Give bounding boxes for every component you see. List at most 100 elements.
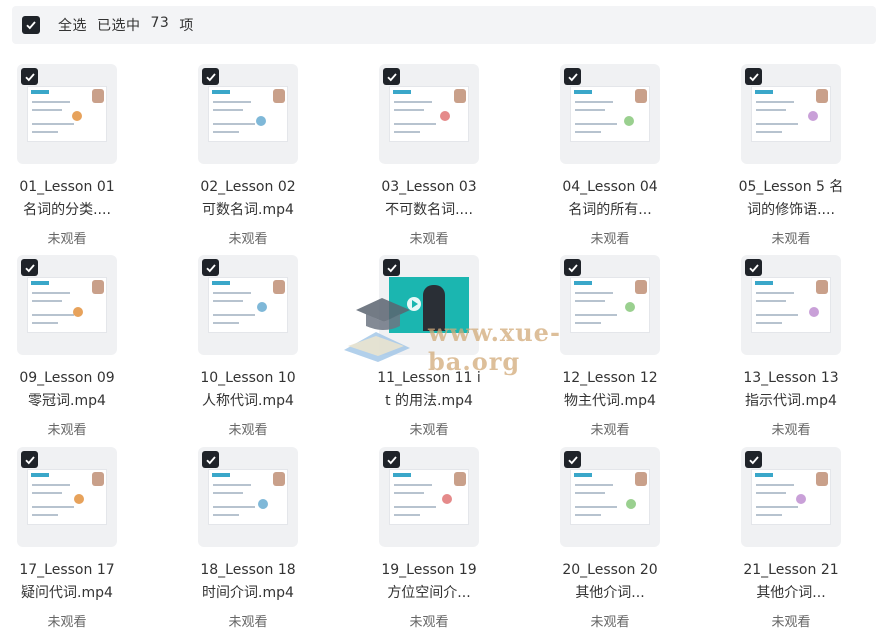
check-icon bbox=[205, 455, 216, 464]
video-thumbnail[interactable] bbox=[198, 447, 298, 547]
check-icon bbox=[567, 72, 578, 81]
video-title-line2: 人称代词.mp4 bbox=[202, 393, 294, 409]
video-thumbnail-image bbox=[389, 277, 469, 333]
video-thumbnail[interactable] bbox=[379, 255, 479, 355]
video-title-line1: 02_Lesson 02 bbox=[200, 179, 296, 195]
item-checkbox[interactable] bbox=[383, 259, 400, 276]
video-thumbnail[interactable] bbox=[560, 447, 660, 547]
item-checkbox[interactable] bbox=[564, 68, 581, 85]
check-icon bbox=[567, 455, 578, 464]
video-title-line1: 21_Lesson 21 bbox=[743, 562, 839, 578]
video-thumbnail-image bbox=[208, 86, 288, 142]
item-checkbox[interactable] bbox=[564, 451, 581, 468]
video-thumbnail[interactable] bbox=[379, 64, 479, 164]
video-thumbnail-image bbox=[27, 277, 107, 333]
selected-count: 73 bbox=[150, 15, 170, 31]
item-checkbox[interactable] bbox=[202, 68, 219, 85]
video-thumbnail[interactable] bbox=[560, 255, 660, 355]
watch-status: 未观看 bbox=[771, 423, 811, 438]
item-checkbox[interactable] bbox=[21, 259, 38, 276]
video-title-line1: 03_Lesson 03 bbox=[381, 179, 477, 195]
video-thumbnail-image bbox=[27, 469, 107, 525]
check-icon bbox=[386, 72, 397, 81]
item-checkbox[interactable] bbox=[202, 451, 219, 468]
item-checkbox[interactable] bbox=[745, 259, 762, 276]
video-thumbnail-image bbox=[751, 86, 831, 142]
video-title-line2: 指示代词.mp4 bbox=[745, 393, 837, 409]
video-title-line1: 04_Lesson 04 bbox=[562, 179, 658, 195]
video-thumbnail[interactable] bbox=[379, 447, 479, 547]
video-title[interactable]: 01_Lesson 01 名词的分类.... bbox=[0, 176, 134, 222]
video-title[interactable]: 11_Lesson 11 i t 的用法.mp4 bbox=[362, 367, 496, 413]
video-thumbnail-image bbox=[570, 86, 650, 142]
check-icon bbox=[205, 263, 216, 272]
item-checkbox[interactable] bbox=[745, 68, 762, 85]
watch-status: 未观看 bbox=[228, 615, 268, 630]
select-all-checkbox[interactable] bbox=[22, 16, 40, 34]
video-title-line1: 11_Lesson 11 i bbox=[377, 370, 481, 386]
video-title-line1: 01_Lesson 01 bbox=[19, 179, 115, 195]
watch-status: 未观看 bbox=[228, 232, 268, 247]
video-thumbnail[interactable] bbox=[741, 64, 841, 164]
item-checkbox[interactable] bbox=[383, 68, 400, 85]
video-title-line2: 方位空间介... bbox=[387, 585, 471, 601]
video-thumbnail[interactable] bbox=[198, 255, 298, 355]
item-checkbox[interactable] bbox=[21, 451, 38, 468]
video-thumbnail[interactable] bbox=[17, 255, 117, 355]
video-title[interactable]: 19_Lesson 19 方位空间介... bbox=[362, 559, 496, 605]
video-title[interactable]: 03_Lesson 03 不可数名词.... bbox=[362, 176, 496, 222]
watch-status: 未观看 bbox=[409, 615, 449, 630]
video-thumbnail-image bbox=[570, 277, 650, 333]
video-title[interactable]: 05_Lesson 5 名词的修饰语.... bbox=[724, 176, 858, 222]
video-thumbnail[interactable] bbox=[17, 64, 117, 164]
video-thumbnail[interactable] bbox=[741, 447, 841, 547]
video-thumbnail[interactable] bbox=[198, 64, 298, 164]
video-title[interactable]: 04_Lesson 04 名词的所有... bbox=[543, 176, 677, 222]
video-title-line2: 其他介词... bbox=[756, 585, 826, 601]
video-thumbnail-image bbox=[208, 469, 288, 525]
video-thumbnail[interactable] bbox=[560, 64, 660, 164]
video-thumbnail-image bbox=[389, 86, 469, 142]
item-checkbox[interactable] bbox=[21, 68, 38, 85]
video-title-line2: 不可数名词.... bbox=[385, 202, 473, 218]
video-title[interactable]: 13_Lesson 13 指示代词.mp4 bbox=[724, 367, 858, 413]
video-thumbnail[interactable] bbox=[741, 255, 841, 355]
video-title-line1: 19_Lesson 19 bbox=[381, 562, 477, 578]
video-title[interactable]: 10_Lesson 10 人称代词.mp4 bbox=[181, 367, 315, 413]
video-title[interactable]: 17_Lesson 17 疑问代词.mp4 bbox=[0, 559, 134, 605]
video-title-line2: 零冠词.mp4 bbox=[28, 393, 106, 409]
watch-status: 未观看 bbox=[47, 423, 87, 438]
selected-prefix: 已选中 bbox=[97, 18, 141, 34]
video-title[interactable]: 20_Lesson 20 其他介词... bbox=[543, 559, 677, 605]
item-checkbox[interactable] bbox=[202, 259, 219, 276]
select-all-bar: 全选 已选中 73 项 bbox=[12, 6, 876, 44]
play-icon bbox=[407, 297, 421, 311]
watch-status: 未观看 bbox=[409, 423, 449, 438]
item-checkbox[interactable] bbox=[564, 259, 581, 276]
watch-status: 未观看 bbox=[590, 232, 630, 247]
check-icon bbox=[748, 263, 759, 272]
video-title-line2: 时间介词.mp4 bbox=[202, 585, 294, 601]
selected-suffix: 项 bbox=[179, 18, 194, 34]
watch-status: 未观看 bbox=[409, 232, 449, 247]
video-title-line1: 13_Lesson 13 bbox=[743, 370, 839, 386]
watch-status: 未观看 bbox=[228, 423, 268, 438]
video-title[interactable]: 02_Lesson 02 可数名词.mp4 bbox=[181, 176, 315, 222]
video-title-line2: 可数名词.mp4 bbox=[202, 202, 294, 218]
video-thumbnail-image bbox=[751, 277, 831, 333]
item-checkbox[interactable] bbox=[383, 451, 400, 468]
video-title[interactable]: 21_Lesson 21 其他介词... bbox=[724, 559, 858, 605]
video-title[interactable]: 12_Lesson 12 物主代词.mp4 bbox=[543, 367, 677, 413]
video-title-line1: 18_Lesson 18 bbox=[200, 562, 296, 578]
watch-status: 未观看 bbox=[47, 615, 87, 630]
item-checkbox[interactable] bbox=[745, 451, 762, 468]
video-title-line2: t 的用法.mp4 bbox=[385, 393, 473, 409]
video-title[interactable]: 18_Lesson 18 时间介词.mp4 bbox=[181, 559, 315, 605]
video-thumbnail-image bbox=[389, 469, 469, 525]
video-title-line1: 05_Lesson 5 名 bbox=[738, 179, 844, 195]
check-icon bbox=[748, 455, 759, 464]
select-all-label[interactable]: 全选 bbox=[58, 15, 87, 35]
video-thumbnail[interactable] bbox=[17, 447, 117, 547]
video-title[interactable]: 09_Lesson 09 零冠词.mp4 bbox=[0, 367, 134, 413]
video-thumbnail-image bbox=[570, 469, 650, 525]
